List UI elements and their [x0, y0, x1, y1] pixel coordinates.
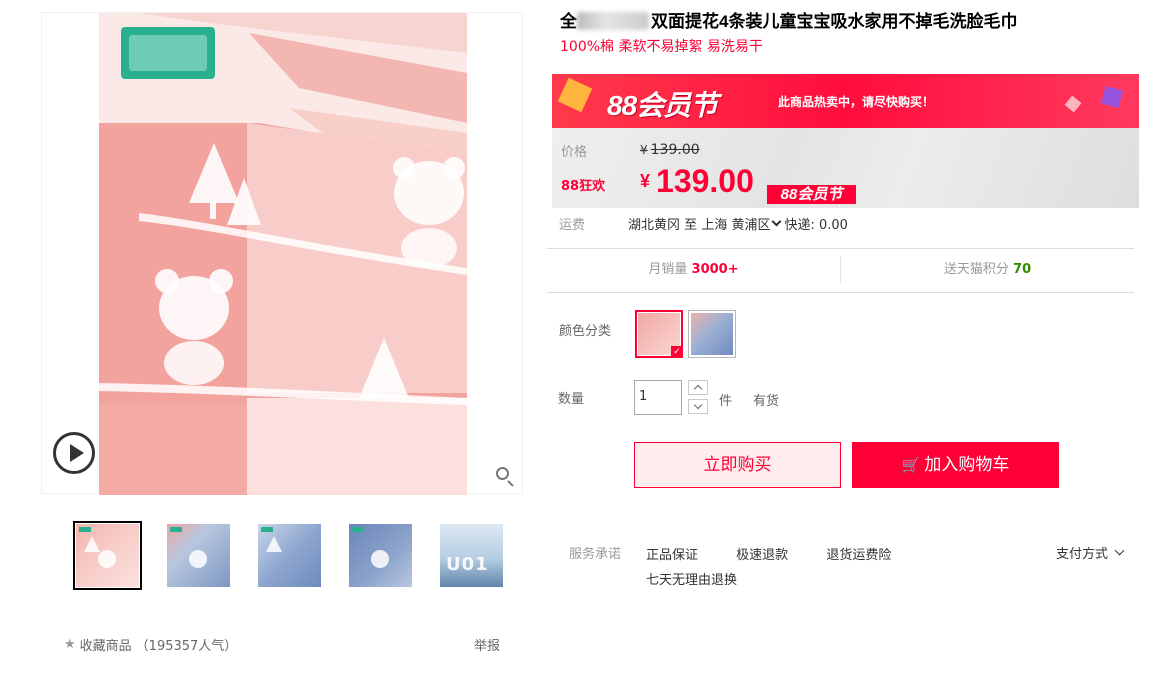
add-to-cart-label: 加入购物车 [924, 455, 1010, 475]
product-gallery [41, 12, 523, 495]
zoom-icon[interactable] [492, 463, 518, 489]
shipping-fee: 快递: 0.00 [784, 218, 848, 233]
sales-count: 3000+ [691, 262, 739, 277]
favorite-button[interactable]: ★ 收藏商品 （195357人气） [64, 635, 237, 654]
service-item[interactable]: 极速退款 [736, 543, 788, 568]
price-label: 价格 [561, 145, 588, 160]
original-price: ¥139.00 [640, 142, 700, 158]
product-title: 全 双面提花4条装儿童宝宝吸水家用不掉毛洗脸毛巾 [560, 10, 1150, 34]
star-icon: ★ [64, 637, 76, 652]
play-video-button[interactable] [53, 432, 95, 474]
thumbnail-ad-text: U01 [446, 554, 489, 575]
title-text: 双面提花4条装儿童宝宝吸水家用不掉毛洗脸毛巾 [651, 12, 1018, 31]
quantity-unit: 件 [719, 394, 733, 409]
main-product-image[interactable] [99, 13, 467, 495]
color-label: 颜色分类 [559, 324, 612, 339]
sale-price: ¥139.00 [640, 163, 754, 199]
thumbnail-4[interactable] [346, 521, 415, 590]
confetti-shape [557, 77, 593, 113]
color-option-pink[interactable]: ✓ [635, 310, 683, 358]
event-tag: 88会员节 [767, 185, 856, 204]
thumbnail-5[interactable]: U01 [437, 521, 506, 590]
divider [547, 248, 1134, 249]
ship-city[interactable]: 上海 [701, 214, 727, 233]
color-option-blue[interactable] [688, 310, 736, 358]
thumbnail-3[interactable] [255, 521, 324, 590]
service-item[interactable]: 退货运费险 [826, 543, 891, 568]
quantity-decrease-button[interactable] [688, 399, 708, 414]
confetti-shape [1100, 85, 1124, 109]
shipping-label: 运费 [559, 218, 586, 233]
quantity-label: 数量 [558, 392, 585, 407]
add-to-cart-button[interactable]: 🛒 加入购物车 [852, 442, 1059, 488]
thumbnail-2[interactable] [164, 521, 233, 590]
color-swatches: ✓ [635, 310, 736, 358]
service-list: 正品保证 极速退款 退货运费险 七天无理由退换 [646, 543, 1046, 593]
shipping-row: 运费 湖北黄冈 至 上海 黄浦区 快递: 0.00 [559, 214, 848, 233]
event-price-label: 88狂欢 [561, 179, 606, 194]
quantity-increase-button[interactable] [688, 380, 708, 395]
chevron-down-icon[interactable] [772, 216, 782, 227]
title-block: 全 双面提花4条装儿童宝宝吸水家用不掉毛洗脸毛巾 100%棉 柔软不易掉絮 易洗易… [560, 10, 1150, 56]
report-link[interactable]: 举报 [474, 635, 500, 654]
confetti-shape [1064, 95, 1082, 113]
favorite-label: 收藏商品 [79, 639, 132, 654]
service-label: 服务承诺 [569, 547, 622, 562]
stock-status: 有货 [753, 394, 780, 409]
payment-label: 支付方式 [1056, 547, 1109, 562]
quantity-input[interactable]: 1 [634, 380, 682, 415]
divider [547, 292, 1134, 293]
tmall-points: 送天猫积分 70 [840, 256, 1134, 284]
service-item[interactable]: 正品保证 [646, 543, 698, 568]
chevron-down-icon [1114, 545, 1125, 556]
service-item[interactable]: 七天无理由退换 [646, 568, 737, 593]
payment-methods[interactable]: 支付方式 [1056, 543, 1125, 562]
promo-panel: 88会员节 此商品热卖中，请尽快购买！ 价格 ¥139.00 88狂欢 ¥139… [552, 74, 1139, 208]
ship-from: 湖北黄冈 [628, 218, 681, 233]
ship-district[interactable]: 黄浦区 [731, 214, 770, 233]
promo-banner: 88会员节 此商品热卖中，请尽快购买！ [552, 74, 1139, 128]
buy-now-button[interactable]: 立即购买 [634, 442, 841, 488]
monthly-sales: 月销量 3000+ [648, 262, 739, 277]
blurred-brand [577, 12, 649, 30]
cart-icon: 🛒 [901, 456, 921, 474]
points-count: 70 [1013, 262, 1032, 277]
ship-to-word: 至 [684, 218, 698, 233]
stats-bar: 月销量 3000+ 送天猫积分 70 [547, 256, 1134, 284]
event-logo: 88会员节 [607, 90, 718, 121]
title-prefix: 全 [560, 12, 577, 31]
hot-sale-text: 此商品热卖中，请尽快购买！ [778, 95, 935, 109]
product-subtitle: 100%棉 柔软不易掉絮 易洗易干 [560, 39, 763, 55]
popularity-count: （195357人气） [135, 639, 238, 654]
towel-illustration [99, 13, 467, 495]
price-area: 价格 ¥139.00 88狂欢 ¥139.00 88会员节 [552, 128, 1139, 208]
check-icon: ✓ [671, 346, 683, 358]
thumbnail-strip: U01 [73, 521, 528, 590]
thumbnail-1[interactable] [73, 521, 142, 590]
